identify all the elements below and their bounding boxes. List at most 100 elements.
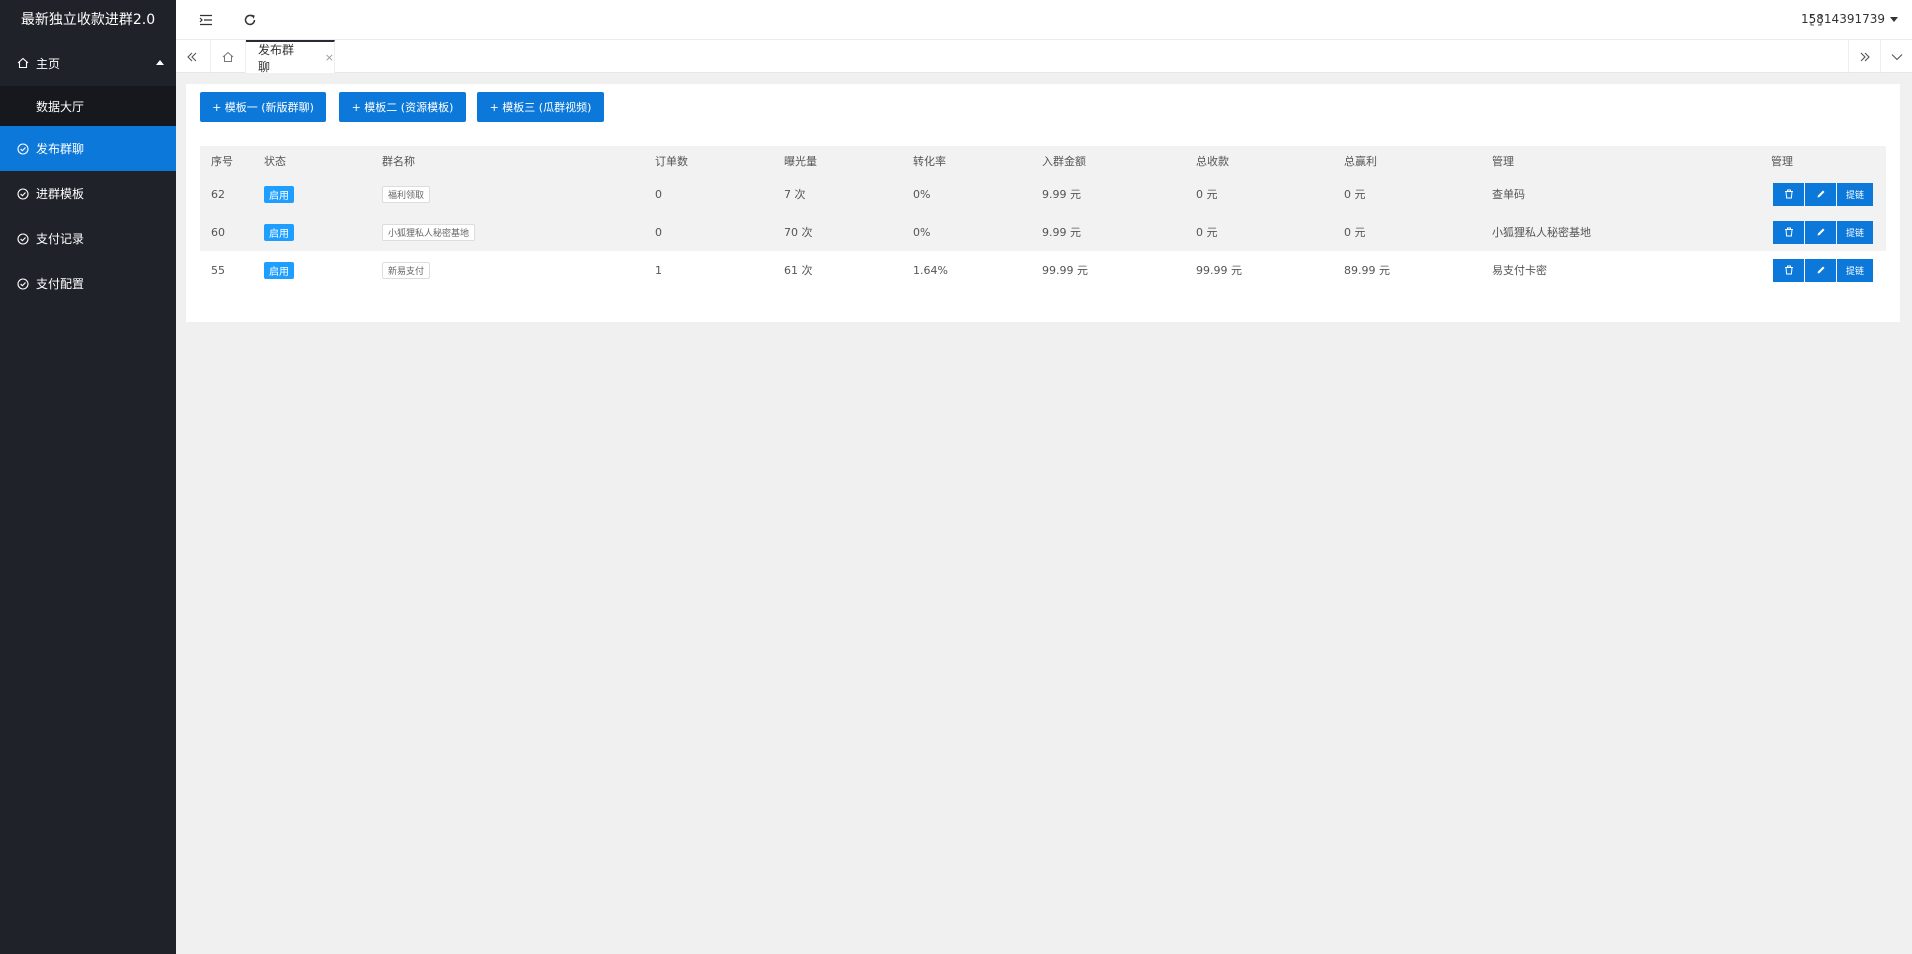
sidebar-item-publish[interactable]: 发布群聊 <box>0 126 176 171</box>
cell-manage: 查单码 <box>1492 188 1525 201</box>
home-icon <box>17 57 29 69</box>
pencil-icon <box>1817 190 1824 198</box>
cell-name: 福利领取 <box>382 185 431 203</box>
delete-button[interactable] <box>1773 182 1804 206</box>
add-template-3-button[interactable]: + 模板三 (瓜群视频) <box>477 92 604 122</box>
sidebar-item-template[interactable]: 进群模板 <box>0 171 176 216</box>
table-row: 55 启用 新易支付 1 61 次 1.64% 99.99 元 99.99 元 … <box>200 251 1886 289</box>
cell-profit: 89.99 元 <box>1344 264 1390 277</box>
cell-income: 99.99 元 <box>1196 264 1242 277</box>
col-views: 曝光量 <box>784 154 817 168</box>
pencil-icon <box>1817 228 1824 236</box>
sidebar-item-label: 发布群聊 <box>36 142 85 156</box>
sidebar-item-pay-config[interactable]: 支付配置 <box>0 261 176 306</box>
user-menu[interactable]: 15814391739 <box>1801 12 1898 26</box>
col-profit: 总赢利 <box>1344 154 1377 168</box>
group-name-tag: 新易支付 <box>382 261 431 279</box>
edit-button[interactable] <box>1805 220 1836 244</box>
menu-collapse-icon[interactable] <box>194 8 218 32</box>
trash-icon <box>1784 189 1793 199</box>
col-orders: 订单数 <box>655 154 688 168</box>
withdraw-link-button[interactable]: 提链 <box>1837 220 1873 244</box>
tab-home[interactable] <box>210 40 246 73</box>
cell-fee: 9.99 元 <box>1042 188 1081 201</box>
cell-profit: 0 元 <box>1344 226 1366 239</box>
cell-manage: 小狐狸私人秘密基地 <box>1492 226 1591 239</box>
caret-down-icon <box>1890 16 1898 22</box>
delete-button[interactable] <box>1773 220 1804 244</box>
cell-id: 62 <box>211 187 225 201</box>
delete-button[interactable] <box>1773 258 1804 282</box>
group-name-tag: 小狐狸私人秘密基地 <box>382 223 476 241</box>
cell-name: 新易支付 <box>382 261 431 279</box>
sidebar-item-home[interactable]: 主页 <box>0 40 176 86</box>
cell-views: 70 次 <box>784 226 813 239</box>
cell-status: 启用 <box>264 261 294 279</box>
content-card: + 模板一 (新版群聊) + 模板二 (资源模板) + 模板三 (瓜群视频) 序… <box>186 84 1900 322</box>
group-name-tag: 福利领取 <box>382 185 431 203</box>
sidebar-item-label: 支付记录 <box>36 232 85 246</box>
top-header: 15814391739 <box>176 0 1912 40</box>
sidebar-item-label: 支付配置 <box>36 277 85 291</box>
cell-manage: 易支付卡密 <box>1492 264 1547 277</box>
tabs-bar: 发布群聊 × <box>176 40 1912 74</box>
tabs-menu-icon[interactable] <box>1880 40 1912 73</box>
col-name: 群名称 <box>382 154 415 168</box>
col-manage: 管理 <box>1492 154 1514 168</box>
cell-name: 小狐狸私人秘密基地 <box>382 223 476 241</box>
tab-publish[interactable]: 发布群聊 × <box>246 40 335 74</box>
app-title: 最新独立收款进群2.0 <box>20 12 156 28</box>
col-actions: 管理 <box>1771 154 1793 168</box>
cell-status: 启用 <box>264 185 294 203</box>
withdraw-link-button[interactable]: 提链 <box>1837 258 1873 282</box>
trash-icon <box>1784 265 1793 275</box>
cell-income: 0 元 <box>1196 226 1218 239</box>
edit-button[interactable] <box>1805 258 1836 282</box>
sidebar: 最新独立收款进群2.0 主页 数据大厅 发布群聊 进群模板 支付记录 支付配置 <box>0 0 176 954</box>
cell-orders: 0 <box>655 225 662 239</box>
col-status: 状态 <box>264 154 286 168</box>
shield-check-icon <box>17 232 29 245</box>
cell-views: 61 次 <box>784 264 813 277</box>
groups-table: 序号 状态 群名称 订单数 曝光量 转化率 入群金额 总收款 总赢利 管理 管理… <box>200 146 1886 289</box>
shield-check-icon <box>17 142 29 155</box>
sidebar-item-label: 进群模板 <box>36 187 85 201</box>
home-icon <box>222 51 234 62</box>
row-actions: 提链 <box>1773 220 1874 244</box>
cell-id: 60 <box>211 225 225 239</box>
withdraw-link-button[interactable]: 提链 <box>1837 182 1873 206</box>
cell-orders: 1 <box>655 263 662 277</box>
status-badge: 启用 <box>264 261 294 279</box>
user-name: 15814391739 <box>1801 12 1885 26</box>
cell-fee: 99.99 元 <box>1042 264 1088 277</box>
tab-close-icon[interactable]: × <box>325 51 334 64</box>
pencil-icon <box>1817 266 1824 274</box>
cell-profit: 0 元 <box>1344 188 1366 201</box>
col-rate: 转化率 <box>913 154 946 168</box>
cell-rate: 0% <box>913 225 931 239</box>
col-income: 总收款 <box>1196 154 1229 168</box>
sidebar-item-dashboard[interactable]: 数据大厅 <box>0 86 176 126</box>
add-template-2-button[interactable]: + 模板二 (资源模板) <box>339 92 466 122</box>
col-fee: 入群金额 <box>1042 154 1086 168</box>
cell-id: 55 <box>211 263 225 277</box>
tabs-scroll-right-icon[interactable] <box>1848 40 1880 73</box>
caret-up-icon <box>156 60 164 65</box>
table-row: 62 启用 福利领取 0 7 次 0% 9.99 元 0 元 0 元 查单码 提… <box>200 175 1886 213</box>
row-actions: 提链 <box>1773 258 1874 282</box>
add-template-1-button[interactable]: + 模板一 (新版群聊) <box>200 92 326 122</box>
status-badge: 启用 <box>264 223 294 241</box>
trash-icon <box>1784 227 1793 237</box>
edit-button[interactable] <box>1805 182 1836 206</box>
table-header: 序号 状态 群名称 订单数 曝光量 转化率 入群金额 总收款 总赢利 管理 管理 <box>200 146 1886 175</box>
tabs-scroll-left-icon[interactable] <box>176 40 208 73</box>
cell-income: 0 元 <box>1196 188 1218 201</box>
cell-status: 启用 <box>264 223 294 241</box>
tab-label: 发布群聊 <box>258 42 295 74</box>
shield-check-icon <box>17 187 29 200</box>
cell-views: 7 次 <box>784 188 806 201</box>
row-actions: 提链 <box>1773 182 1874 206</box>
sidebar-item-label: 主页 <box>36 56 61 71</box>
refresh-icon[interactable] <box>238 8 262 32</box>
sidebar-item-payments[interactable]: 支付记录 <box>0 216 176 261</box>
